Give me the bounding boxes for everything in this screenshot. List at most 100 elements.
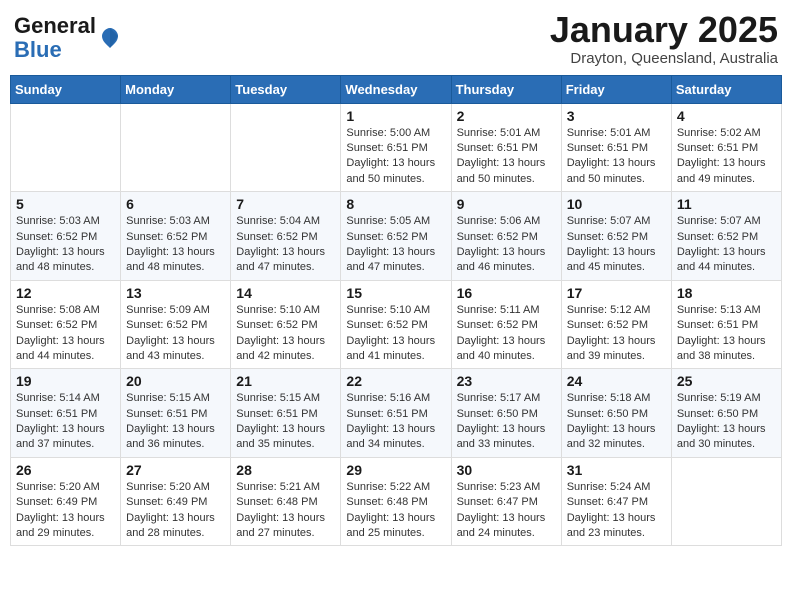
calendar-cell: 9Sunrise: 5:06 AM Sunset: 6:52 PM Daylig… xyxy=(451,192,561,281)
calendar-cell: 1 Sunrise: 5:00 AM Sunset: 6:51 PM Daylig… xyxy=(341,103,451,192)
day-number: 15 xyxy=(346,285,445,301)
day-info: Sunrise: 5:01 AM Sunset: 6:51 PM Dayligh… xyxy=(567,126,666,188)
day-info: Sunrise: 5:07 AM Sunset: 6:52 PM Dayligh… xyxy=(677,214,776,276)
day-info: Sunrise: 5:19 AM Sunset: 6:50 PM Dayligh… xyxy=(677,391,776,453)
day-info: Sunrise: 5:16 AM Sunset: 6:51 PM Dayligh… xyxy=(346,391,445,453)
logo: General Blue xyxy=(14,14,122,62)
location: Drayton, Queensland, Australia xyxy=(550,50,778,67)
page-header: General Blue January 2025 Drayton, Queen… xyxy=(10,10,782,67)
day-info: Sunrise: 5:20 AM Sunset: 6:49 PM Dayligh… xyxy=(126,480,225,542)
day-info: Sunrise: 5:20 AM Sunset: 6:49 PM Dayligh… xyxy=(16,480,115,542)
day-number: 6 xyxy=(126,196,225,212)
day-number: 20 xyxy=(126,373,225,389)
day-info: Sunrise: 5:10 AM Sunset: 6:52 PM Dayligh… xyxy=(346,303,445,365)
day-info: Sunrise: 5:18 AM Sunset: 6:50 PM Dayligh… xyxy=(567,391,666,453)
day-info: Sunrise: 5:13 AM Sunset: 6:51 PM Dayligh… xyxy=(677,303,776,365)
calendar-cell: 21Sunrise: 5:15 AM Sunset: 6:51 PM Dayli… xyxy=(231,369,341,458)
day-number: 10 xyxy=(567,196,666,212)
calendar-week-row: 5 Sunrise: 5:03 AM Sunset: 6:52 PM Daylig… xyxy=(11,192,782,281)
day-info: Sunrise: 5:00 AM Sunset: 6:51 PM Dayligh… xyxy=(346,126,445,188)
day-number: 30 xyxy=(457,462,556,478)
day-info: Sunrise: 5:22 AM Sunset: 6:48 PM Dayligh… xyxy=(346,480,445,542)
day-number: 16 xyxy=(457,285,556,301)
day-number: 31 xyxy=(567,462,666,478)
day-info: Sunrise: 5:05 AM Sunset: 6:52 PM Dayligh… xyxy=(346,214,445,276)
calendar-cell: 17 Sunrise: 5:12 AM Sunset: 6:52 PM Dayli… xyxy=(561,280,671,369)
day-info: Sunrise: 5:08 AM Sunset: 6:52 PM Dayligh… xyxy=(16,303,115,365)
calendar-cell: 14 Sunrise: 5:10 AM Sunset: 6:52 PM Dayli… xyxy=(231,280,341,369)
calendar-cell: 29Sunrise: 5:22 AM Sunset: 6:48 PM Dayli… xyxy=(341,457,451,546)
calendar-table: SundayMondayTuesdayWednesdayThursdayFrid… xyxy=(10,75,782,547)
calendar-cell: 11 Sunrise: 5:07 AM Sunset: 6:52 PM Dayli… xyxy=(671,192,781,281)
day-info: Sunrise: 5:17 AM Sunset: 6:50 PM Dayligh… xyxy=(457,391,556,453)
calendar-cell: 12 Sunrise: 5:08 AM Sunset: 6:52 PM Dayli… xyxy=(11,280,121,369)
calendar-cell: 15 Sunrise: 5:10 AM Sunset: 6:52 PM Dayli… xyxy=(341,280,451,369)
calendar-cell xyxy=(11,103,121,192)
day-number: 12 xyxy=(16,285,115,301)
day-number: 22 xyxy=(346,373,445,389)
calendar-cell: 18 Sunrise: 5:13 AM Sunset: 6:51 PM Dayli… xyxy=(671,280,781,369)
day-info: Sunrise: 5:15 AM Sunset: 6:51 PM Dayligh… xyxy=(236,391,335,453)
day-info: Sunrise: 5:03 AM Sunset: 6:52 PM Dayligh… xyxy=(126,214,225,276)
day-number: 28 xyxy=(236,462,335,478)
day-number: 14 xyxy=(236,285,335,301)
day-number: 27 xyxy=(126,462,225,478)
calendar-cell: 31 Sunrise: 5:24 AM Sunset: 6:47 PM Dayli… xyxy=(561,457,671,546)
day-info: Sunrise: 5:12 AM Sunset: 6:52 PM Dayligh… xyxy=(567,303,666,365)
day-number: 23 xyxy=(457,373,556,389)
day-info: Sunrise: 5:10 AM Sunset: 6:52 PM Dayligh… xyxy=(236,303,335,365)
day-info: Sunrise: 5:21 AM Sunset: 6:48 PM Dayligh… xyxy=(236,480,335,542)
day-info: Sunrise: 5:14 AM Sunset: 6:51 PM Dayligh… xyxy=(16,391,115,453)
calendar-cell: 27 Sunrise: 5:20 AM Sunset: 6:49 PM Dayli… xyxy=(121,457,231,546)
day-number: 1 xyxy=(346,108,445,124)
calendar-cell: 8 Sunrise: 5:05 AM Sunset: 6:52 PM Daylig… xyxy=(341,192,451,281)
day-info: Sunrise: 5:04 AM Sunset: 6:52 PM Dayligh… xyxy=(236,214,335,276)
calendar-cell: 20 Sunrise: 5:15 AM Sunset: 6:51 PM Dayli… xyxy=(121,369,231,458)
calendar-cell: 3Sunrise: 5:01 AM Sunset: 6:51 PM Daylig… xyxy=(561,103,671,192)
calendar-cell xyxy=(121,103,231,192)
day-info: Sunrise: 5:09 AM Sunset: 6:52 PM Dayligh… xyxy=(126,303,225,365)
day-info: Sunrise: 5:07 AM Sunset: 6:52 PM Dayligh… xyxy=(567,214,666,276)
calendar-cell: 4 Sunrise: 5:02 AM Sunset: 6:51 PM Daylig… xyxy=(671,103,781,192)
day-number: 17 xyxy=(567,285,666,301)
calendar-cell xyxy=(671,457,781,546)
weekday-header: Sunday xyxy=(11,75,121,103)
day-number: 9 xyxy=(457,196,556,212)
day-info: Sunrise: 5:24 AM Sunset: 6:47 PM Dayligh… xyxy=(567,480,666,542)
calendar-cell: 5Sunrise: 5:03 AM Sunset: 6:52 PM Daylig… xyxy=(11,192,121,281)
calendar-cell: 10 Sunrise: 5:07 AM Sunset: 6:52 PM Dayli… xyxy=(561,192,671,281)
day-number: 8 xyxy=(346,196,445,212)
calendar-week-row: 1 Sunrise: 5:00 AM Sunset: 6:51 PM Daylig… xyxy=(11,103,782,192)
day-number: 18 xyxy=(677,285,776,301)
day-info: Sunrise: 5:15 AM Sunset: 6:51 PM Dayligh… xyxy=(126,391,225,453)
calendar-cell: 16 Sunrise: 5:11 AM Sunset: 6:52 PM Dayli… xyxy=(451,280,561,369)
calendar-cell: 6 Sunrise: 5:03 AM Sunset: 6:52 PM Daylig… xyxy=(121,192,231,281)
calendar-cell: 24 Sunrise: 5:18 AM Sunset: 6:50 PM Dayli… xyxy=(561,369,671,458)
month-title: January 2025 xyxy=(550,10,778,50)
calendar-cell: 30 Sunrise: 5:23 AM Sunset: 6:47 PM Dayli… xyxy=(451,457,561,546)
day-number: 19 xyxy=(16,373,115,389)
day-number: 26 xyxy=(16,462,115,478)
weekday-header: Thursday xyxy=(451,75,561,103)
day-number: 13 xyxy=(126,285,225,301)
calendar-cell: 23 Sunrise: 5:17 AM Sunset: 6:50 PM Dayli… xyxy=(451,369,561,458)
day-number: 4 xyxy=(677,108,776,124)
calendar-cell: 13 Sunrise: 5:09 AM Sunset: 6:52 PM Dayli… xyxy=(121,280,231,369)
title-block: January 2025 Drayton, Queensland, Austra… xyxy=(550,10,778,67)
calendar-cell: 28 Sunrise: 5:21 AM Sunset: 6:48 PM Dayli… xyxy=(231,457,341,546)
day-info: Sunrise: 5:11 AM Sunset: 6:52 PM Dayligh… xyxy=(457,303,556,365)
logo-blue: Blue xyxy=(14,37,62,62)
day-info: Sunrise: 5:02 AM Sunset: 6:51 PM Dayligh… xyxy=(677,126,776,188)
day-info: Sunrise: 5:23 AM Sunset: 6:47 PM Dayligh… xyxy=(457,480,556,542)
calendar-cell: 7 Sunrise: 5:04 AM Sunset: 6:52 PM Daylig… xyxy=(231,192,341,281)
calendar-cell: 22 Sunrise: 5:16 AM Sunset: 6:51 PM Dayli… xyxy=(341,369,451,458)
day-info: Sunrise: 5:01 AM Sunset: 6:51 PM Dayligh… xyxy=(457,126,556,188)
day-number: 7 xyxy=(236,196,335,212)
calendar-cell: 2 Sunrise: 5:01 AM Sunset: 6:51 PM Daylig… xyxy=(451,103,561,192)
day-number: 11 xyxy=(677,196,776,212)
calendar-cell xyxy=(231,103,341,192)
day-number: 2 xyxy=(457,108,556,124)
calendar-cell: 25Sunrise: 5:19 AM Sunset: 6:50 PM Dayli… xyxy=(671,369,781,458)
day-number: 5 xyxy=(16,196,115,212)
day-number: 24 xyxy=(567,373,666,389)
